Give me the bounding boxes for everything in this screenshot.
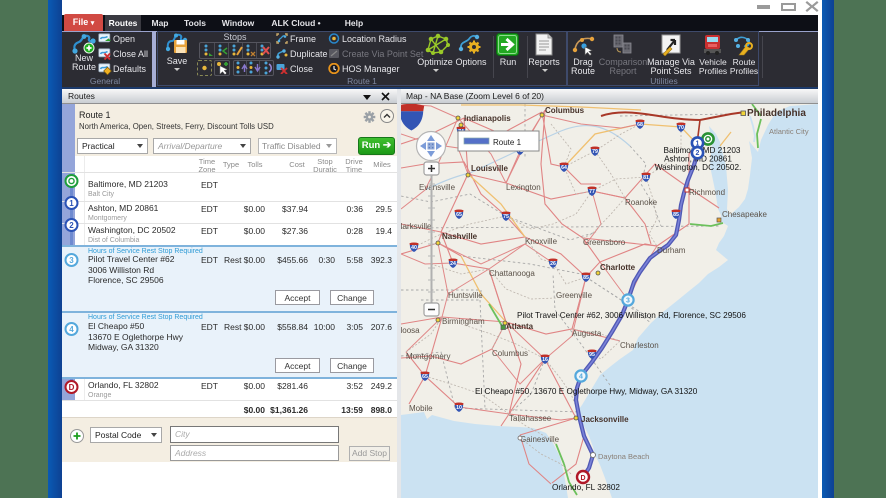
- svg-text:77: 77: [589, 189, 595, 195]
- svg-text:Charleston: Charleston: [620, 341, 659, 350]
- svg-text:Washington, DC 20502.: Washington, DC 20502.: [655, 163, 742, 172]
- svg-text:4: 4: [579, 374, 583, 381]
- svg-text:4: 4: [69, 325, 74, 334]
- svg-text:85: 85: [583, 275, 589, 281]
- svg-text:Birmingham: Birmingham: [442, 317, 485, 326]
- svg-text:Atlantic City: Atlantic City: [769, 127, 809, 136]
- svg-text:Charlotte: Charlotte: [600, 263, 636, 272]
- svg-text:Evansville: Evansville: [419, 183, 456, 192]
- svg-text:Richmond: Richmond: [689, 188, 725, 197]
- svg-text:Indianapolis: Indianapolis: [464, 114, 511, 123]
- svg-text:Augusta: Augusta: [572, 329, 602, 338]
- svg-text:Tuscaloosa: Tuscaloosa: [401, 326, 420, 335]
- svg-text:Knoxville: Knoxville: [525, 237, 558, 246]
- svg-text:Gainesville: Gainesville: [520, 435, 560, 444]
- svg-text:26: 26: [550, 261, 556, 267]
- svg-text:Daytona Beach: Daytona Beach: [598, 452, 649, 461]
- svg-text:D: D: [580, 475, 585, 482]
- svg-text:Nashville: Nashville: [442, 232, 478, 241]
- svg-text:3: 3: [69, 256, 74, 265]
- svg-text:1: 1: [69, 199, 74, 208]
- svg-text:10: 10: [456, 405, 462, 411]
- svg-text:65: 65: [422, 374, 428, 380]
- svg-text:Mobile: Mobile: [409, 404, 433, 413]
- svg-text:Tallahassee: Tallahassee: [509, 414, 552, 423]
- svg-text:Clarksville: Clarksville: [401, 222, 432, 231]
- svg-text:Louisville: Louisville: [471, 164, 508, 173]
- svg-text:Pilot Travel Center #62, 3006: Pilot Travel Center #62, 3006 Williston …: [517, 311, 746, 320]
- svg-text:Chesapeake: Chesapeake: [722, 210, 767, 219]
- svg-text:El Cheapo #50, 13670 E Ogletho: El Cheapo #50, 13670 E Oglethorpe Hwy, M…: [475, 387, 698, 396]
- svg-text:Jacksonville: Jacksonville: [581, 415, 629, 424]
- svg-text:81: 81: [643, 175, 649, 181]
- svg-text:Huntsville: Huntsville: [448, 291, 483, 300]
- svg-text:68: 68: [637, 122, 643, 128]
- svg-text:Roanoke: Roanoke: [625, 198, 658, 207]
- svg-text:Greenville: Greenville: [556, 291, 593, 300]
- svg-text:Columbus: Columbus: [545, 106, 585, 115]
- svg-text:Philadelphia: Philadelphia: [747, 108, 806, 119]
- svg-text:2: 2: [69, 221, 74, 230]
- svg-text:75: 75: [503, 214, 509, 220]
- svg-text:Route 1: Route 1: [493, 138, 522, 147]
- svg-text:D: D: [69, 383, 75, 392]
- svg-text:Montgomery: Montgomery: [406, 352, 450, 361]
- svg-text:Durham: Durham: [657, 246, 686, 255]
- svg-text:Lexington: Lexington: [506, 183, 541, 192]
- svg-text:85: 85: [673, 212, 679, 218]
- svg-text:Greensboro: Greensboro: [583, 238, 626, 247]
- svg-text:24: 24: [450, 261, 456, 267]
- svg-text:Atlanta: Atlanta: [506, 322, 534, 331]
- svg-text:65: 65: [456, 212, 462, 218]
- svg-text:16: 16: [542, 357, 548, 363]
- svg-text:Columbus: Columbus: [492, 349, 528, 358]
- svg-text:79: 79: [592, 149, 598, 155]
- svg-text:3: 3: [626, 298, 630, 305]
- svg-text:95: 95: [589, 352, 595, 358]
- svg-text:64: 64: [561, 165, 567, 171]
- svg-text:70: 70: [678, 125, 684, 131]
- svg-text:40: 40: [411, 245, 417, 251]
- svg-text:Chattanooga: Chattanooga: [489, 269, 535, 278]
- svg-text:Orlando, FL 32802: Orlando, FL 32802: [552, 483, 620, 492]
- svg-text:2: 2: [696, 150, 700, 157]
